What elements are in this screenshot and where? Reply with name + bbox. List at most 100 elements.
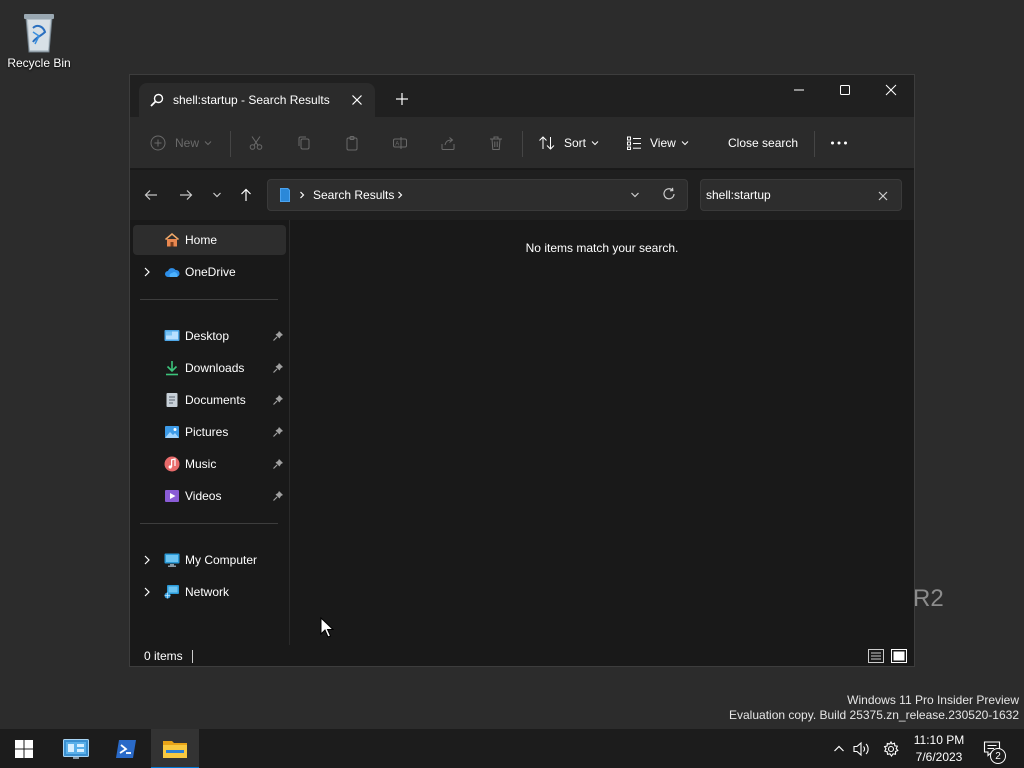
breadcrumb-search-results[interactable]: Search Results	[313, 188, 394, 202]
chevron-right-icon[interactable]	[141, 266, 153, 278]
sidebar-item-desktop[interactable]: Desktop	[133, 321, 286, 351]
pin-icon[interactable]	[272, 394, 284, 406]
tab-title: shell:startup - Search Results	[173, 93, 330, 107]
clock[interactable]: 11:10 PM 7/6/2023	[906, 732, 972, 766]
tab-close-icon[interactable]	[349, 92, 365, 108]
sidebar-item-label: Home	[185, 233, 218, 247]
sidebar-item-videos[interactable]: Videos	[133, 481, 286, 511]
maximize-button[interactable]	[822, 75, 868, 105]
delete-button[interactable]	[488, 127, 504, 159]
file-explorer-window: shell:startup - Search Results New A Sor…	[129, 74, 915, 667]
back-button[interactable]	[139, 183, 163, 207]
volume-button[interactable]	[852, 729, 872, 768]
search-icon	[149, 92, 165, 108]
new-tab-icon[interactable]	[394, 91, 410, 107]
new-label: New	[175, 136, 200, 150]
cut-button[interactable]	[248, 127, 264, 159]
results-pane[interactable]: No items match your search.	[290, 220, 914, 645]
rename-icon: A	[392, 135, 408, 151]
speaker-icon	[853, 741, 871, 757]
svg-text:A: A	[395, 142, 399, 148]
toolbar-divider	[230, 131, 231, 157]
arrow-left-icon	[144, 188, 158, 202]
sidebar-item-onedrive[interactable]: OneDrive	[133, 257, 286, 287]
search-box[interactable]	[700, 179, 902, 211]
sidebar-item-music[interactable]: Music	[133, 449, 286, 479]
details-view-button[interactable]	[867, 647, 885, 665]
copy-button[interactable]	[296, 127, 312, 159]
chevron-down-icon	[212, 190, 222, 200]
chevron-right-icon[interactable]	[141, 554, 153, 566]
tab-search-results[interactable]: shell:startup - Search Results	[139, 83, 375, 117]
rename-button[interactable]: A	[392, 127, 408, 159]
sidebar-item-network[interactable]: Network	[133, 577, 286, 607]
desktop-icon	[164, 328, 180, 344]
chevron-down-icon	[681, 139, 689, 147]
clear-search-icon[interactable]	[877, 190, 889, 202]
taskbar-powershell[interactable]	[102, 729, 150, 768]
navigation-pane: Home OneDrive Desktop Downloads Document…	[130, 220, 290, 645]
sidebar-item-pictures[interactable]: Pictures	[133, 417, 286, 447]
chevron-down-icon	[204, 139, 212, 147]
gear-icon	[883, 741, 899, 757]
show-hidden-icons-button[interactable]	[831, 729, 847, 768]
pin-icon[interactable]	[272, 458, 284, 470]
chevron-right-icon[interactable]	[396, 191, 404, 199]
onedrive-icon	[164, 264, 180, 280]
start-icon	[15, 740, 33, 758]
up-button[interactable]	[234, 183, 258, 207]
chevron-right-icon[interactable]	[141, 586, 153, 598]
recycle-bin-label: Recycle Bin	[7, 56, 71, 70]
sidebar-item-label: Documents	[185, 393, 246, 407]
pin-icon[interactable]	[272, 426, 284, 438]
new-button[interactable]: New	[150, 127, 212, 159]
clock-date: 7/6/2023	[915, 750, 963, 764]
sidebar-item-downloads[interactable]: Downloads	[133, 353, 286, 383]
powershell-icon	[115, 739, 137, 759]
taskbar: 11:10 PM 7/6/2023 2	[0, 728, 1024, 768]
tiles-view-icon	[891, 648, 907, 664]
search-input[interactable]	[706, 187, 866, 203]
close-search-button[interactable]: Close search	[728, 127, 798, 159]
home-icon	[164, 232, 180, 248]
sidebar-item-label: Downloads	[185, 361, 245, 375]
more-options-button[interactable]	[830, 127, 848, 159]
share-button[interactable]	[440, 127, 456, 159]
sidebar-item-label: Pictures	[185, 425, 229, 439]
title-bar[interactable]: shell:startup - Search Results	[130, 75, 914, 117]
view-label: View	[650, 136, 676, 150]
downloads-icon	[164, 360, 180, 376]
address-dropdown-icon[interactable]	[630, 190, 640, 200]
pin-icon[interactable]	[272, 362, 284, 374]
chevron-right-icon[interactable]	[298, 191, 306, 199]
minimize-button[interactable]	[776, 75, 822, 105]
tiles-view-button[interactable]	[890, 647, 908, 665]
view-button[interactable]: View	[626, 127, 689, 159]
sort-button[interactable]: Sort	[538, 127, 599, 159]
taskbar-server-manager[interactable]	[52, 729, 100, 768]
sidebar-item-my-computer[interactable]: My Computer	[133, 545, 286, 575]
close-window-button[interactable]	[868, 75, 914, 105]
copy-icon	[296, 135, 312, 151]
paste-button[interactable]	[344, 127, 360, 159]
taskbar-file-explorer[interactable]	[151, 729, 199, 768]
empty-results-message: No items match your search.	[525, 241, 679, 255]
forward-button[interactable]	[174, 183, 198, 207]
sidebar-item-documents[interactable]: Documents	[133, 385, 286, 415]
recycle-bin-shortcut[interactable]: Recycle Bin	[4, 6, 74, 70]
settings-button[interactable]	[880, 729, 902, 768]
address-field[interactable]: Search Results	[267, 179, 688, 211]
sidebar-item-label: OneDrive	[185, 265, 236, 279]
refresh-icon[interactable]	[662, 187, 676, 201]
pin-icon[interactable]	[272, 330, 284, 342]
recent-locations-button[interactable]	[205, 183, 229, 207]
start-button[interactable]	[0, 729, 48, 768]
documents-icon	[164, 392, 180, 408]
sort-label: Sort	[564, 136, 587, 150]
sidebar-item-home[interactable]: Home	[133, 225, 286, 255]
arrow-up-icon	[239, 188, 253, 202]
sidebar-item-label: Network	[185, 585, 230, 599]
music-icon	[164, 456, 180, 472]
videos-icon	[164, 488, 180, 504]
pin-icon[interactable]	[272, 490, 284, 502]
